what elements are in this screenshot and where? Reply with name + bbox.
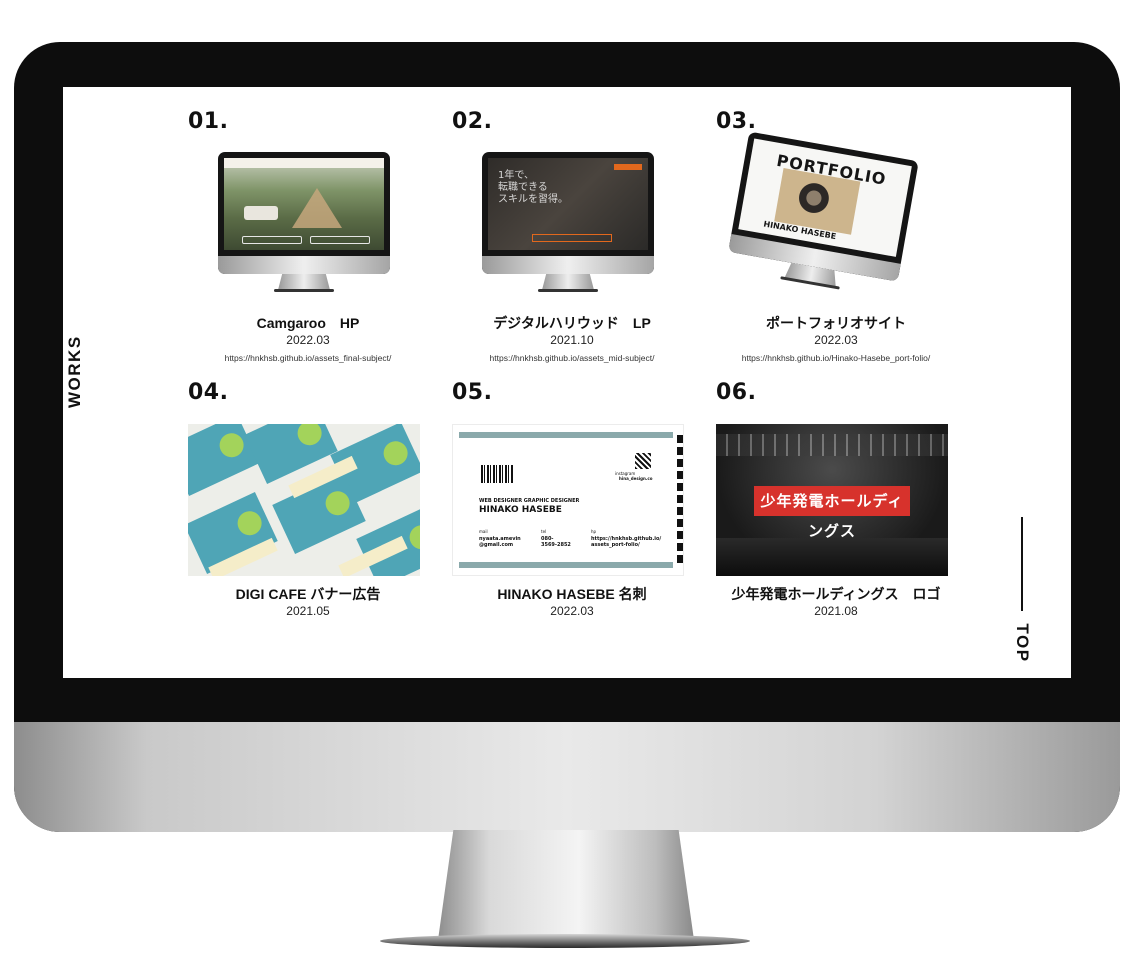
top-line-divider: [1021, 517, 1023, 611]
camgaroo-screenshot: [224, 158, 384, 250]
work-date: 2022.03: [286, 333, 330, 347]
lp-headline: 1年で、 転職できる スキルを習得。: [498, 170, 568, 205]
imac-stand: [438, 830, 694, 940]
mini-monitor: 1年で、 転職できる スキルを習得。: [482, 152, 654, 274]
portfolio-screen: WORKS TOP 01. Camgaroo HP 2022.03 https:…: [63, 87, 1071, 678]
work-url-link[interactable]: https://hnkhsb.github.io/assets_mid-subj…: [432, 353, 712, 363]
work-date: 2021.08: [814, 604, 858, 618]
digital-hollywood-screenshot: 1年で、 転職できる スキルを習得。: [488, 158, 648, 250]
mini-monitor: PORTFOLIO HINAKO HASEBE: [728, 131, 919, 282]
work-number: 04.: [188, 380, 229, 405]
work-number: 02.: [452, 109, 493, 134]
concert-logo-image[interactable]: 少年発電ホールディングス: [716, 424, 948, 576]
works-section-label: WORKS: [65, 335, 84, 408]
work-title: DIGI CAFE バナー広告: [235, 586, 381, 602]
barcode-icon: [481, 465, 513, 483]
work-url-link[interactable]: https://hnkhsb.github.io/assets_final-su…: [168, 353, 448, 363]
work-thumbnail[interactable]: 1年で、 転職できる スキルを習得。: [482, 152, 654, 294]
work-date: 2022.03: [550, 604, 594, 618]
imac-chin: [14, 722, 1120, 832]
work-thumbnail[interactable]: [218, 152, 390, 294]
work-number: 01.: [188, 109, 229, 134]
business-card-image[interactable]: instagram hina_design.co WEB DESIGNER GR…: [452, 424, 684, 576]
mini-monitor: [218, 152, 390, 274]
qr-code-icon: [635, 453, 651, 469]
work-title: デジタルハリウッド LP: [493, 315, 651, 331]
work-url-link[interactable]: https://hnkhsb.github.io/Hinako-Hasebe_p…: [696, 353, 976, 363]
work-number: 06.: [716, 380, 757, 405]
imac-stand-base: [380, 934, 750, 948]
work-title: 少年発電ホールディングス ロゴ: [731, 586, 941, 602]
work-date: 2021.10: [550, 333, 594, 347]
work-title: ポートフォリオサイト: [766, 315, 906, 331]
work-thumbnail[interactable]: PORTFOLIO HINAKO HASEBE: [720, 131, 937, 334]
work-number: 05.: [452, 380, 493, 405]
back-to-top-link[interactable]: TOP: [999, 517, 1045, 667]
top-label: TOP: [1013, 623, 1032, 663]
work-title: Camgaroo HP: [256, 315, 360, 331]
work-number: 03.: [716, 109, 757, 134]
logo-banner: 少年発電ホールディングス: [754, 486, 910, 540]
work-date: 2022.03: [814, 333, 858, 347]
digi-cafe-banner-image[interactable]: [188, 424, 420, 576]
work-date: 2021.05: [286, 604, 330, 618]
work-title: HINAKO HASEBE 名刺: [497, 586, 647, 602]
